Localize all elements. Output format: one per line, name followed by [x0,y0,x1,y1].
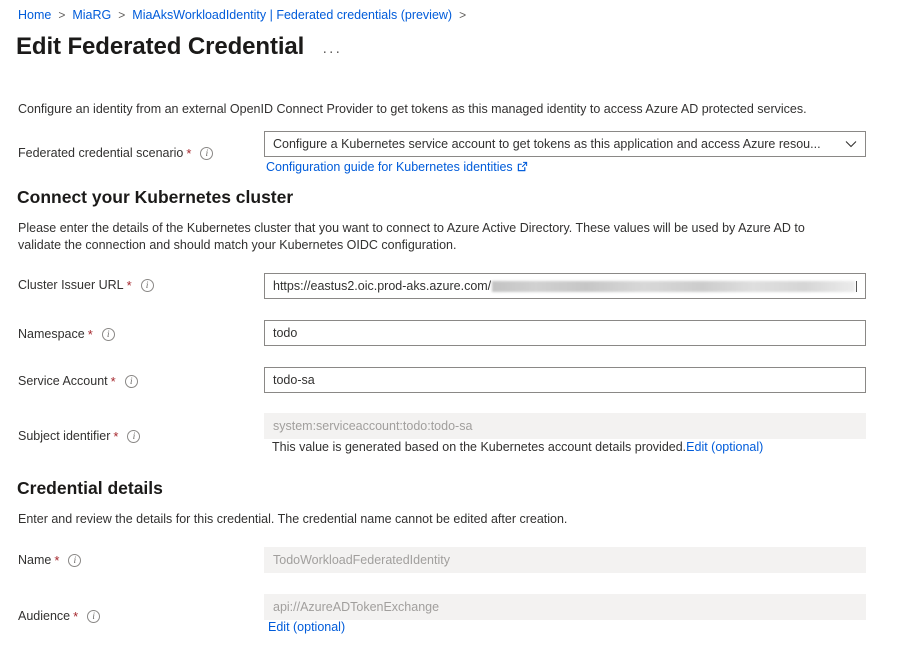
configuration-guide-link[interactable]: Configuration guide for Kubernetes ident… [266,159,528,177]
redacted-url-segment [492,280,855,292]
info-icon[interactable]: i [124,375,138,388]
service-account-value: todo-sa [273,373,315,387]
subject-identifier-helper: This value is generated based on the Kub… [272,439,763,456]
breadcrumb: Home > MiaRG > MiaAksWorkloadIdentity | … [18,6,473,24]
cluster-issuer-url-value: https://eastus2.oic.prod-aks.azure.com/ [273,279,492,293]
breadcrumb-item-miarg[interactable]: MiaRG [72,6,111,24]
name-input: TodoWorkloadFederatedIdentity [264,547,866,573]
required-asterisk: * [110,373,116,389]
edit-federated-credential-page: Home > MiaRG > MiaAksWorkloadIdentity | … [0,0,904,655]
audience-label: Audience * i [18,608,101,625]
label-text: Name [18,553,52,567]
label-text: Namespace [18,327,85,341]
cluster-section-heading: Connect your Kubernetes cluster [17,187,294,207]
credential-section-description: Enter and review the details for this cr… [18,512,568,526]
namespace-input[interactable]: todo [264,320,866,346]
page-title: Edit Federated Credential [16,33,305,60]
scenario-selected-value: Configure a Kubernetes service account t… [273,137,821,151]
breadcrumb-separator-trailing: > [459,8,467,22]
configuration-guide-label: Configuration guide for Kubernetes ident… [266,160,513,174]
intro-text: Configure an identity from an external O… [18,102,807,116]
label-text: Subject identifier [18,429,111,443]
external-link-icon [517,160,528,177]
required-asterisk: * [113,428,119,444]
info-icon[interactable]: i [68,554,82,567]
subject-identifier-helper-text: This value is generated based on the Kub… [272,440,687,454]
chevron-down-icon [845,137,857,151]
breadcrumb-separator: > [118,8,126,22]
info-icon[interactable]: i [101,328,115,341]
name-value: TodoWorkloadFederatedIdentity [273,553,450,567]
breadcrumb-separator: > [58,8,66,22]
page-header: Edit Federated Credential ··· [16,32,342,62]
breadcrumb-item-federated-credentials[interactable]: MiaAksWorkloadIdentity | Federated crede… [132,6,452,24]
audience-input: api://AzureADTokenExchange [264,594,866,620]
service-account-label: Service Account * i [18,373,138,390]
required-asterisk: * [186,145,192,161]
audience-value: api://AzureADTokenExchange [273,600,440,614]
required-asterisk: * [126,277,132,293]
cluster-section-description: Please enter the details of the Kubernet… [18,221,805,252]
federated-credential-scenario-label: Federated credential scenario * i [18,145,214,162]
required-asterisk: * [73,608,79,624]
namespace-label: Namespace * i [18,326,115,343]
label-text: Cluster Issuer URL [18,278,124,292]
info-icon[interactable]: i [127,430,141,443]
breadcrumb-item-home[interactable]: Home [18,6,51,24]
service-account-input[interactable]: todo-sa [264,367,866,393]
info-icon[interactable]: i [140,279,154,292]
required-asterisk: * [54,552,60,568]
subject-identifier-label: Subject identifier * i [18,428,141,445]
cluster-issuer-url-input[interactable]: https://eastus2.oic.prod-aks.azure.com/ [264,273,866,299]
name-label: Name * i [18,552,82,569]
info-icon[interactable]: i [200,147,214,160]
label-text: Federated credential scenario [18,146,184,160]
more-options-icon[interactable]: ··· [322,43,342,60]
subject-identifier-edit-link[interactable]: Edit (optional) [686,440,763,454]
cluster-issuer-url-label: Cluster Issuer URL * i [18,277,154,294]
audience-edit-link[interactable]: Edit (optional) [268,619,345,636]
namespace-value: todo [273,326,298,340]
credential-section-heading: Credential details [17,478,163,498]
required-asterisk: * [87,326,93,342]
info-icon[interactable]: i [87,610,101,623]
text-caret [855,280,857,292]
label-text: Service Account [18,374,108,388]
subject-identifier-value: system:serviceaccount:todo:todo-sa [273,419,473,433]
label-text: Audience [18,609,71,623]
federated-credential-scenario-select[interactable]: Configure a Kubernetes service account t… [264,131,866,157]
subject-identifier-input: system:serviceaccount:todo:todo-sa [264,413,866,439]
